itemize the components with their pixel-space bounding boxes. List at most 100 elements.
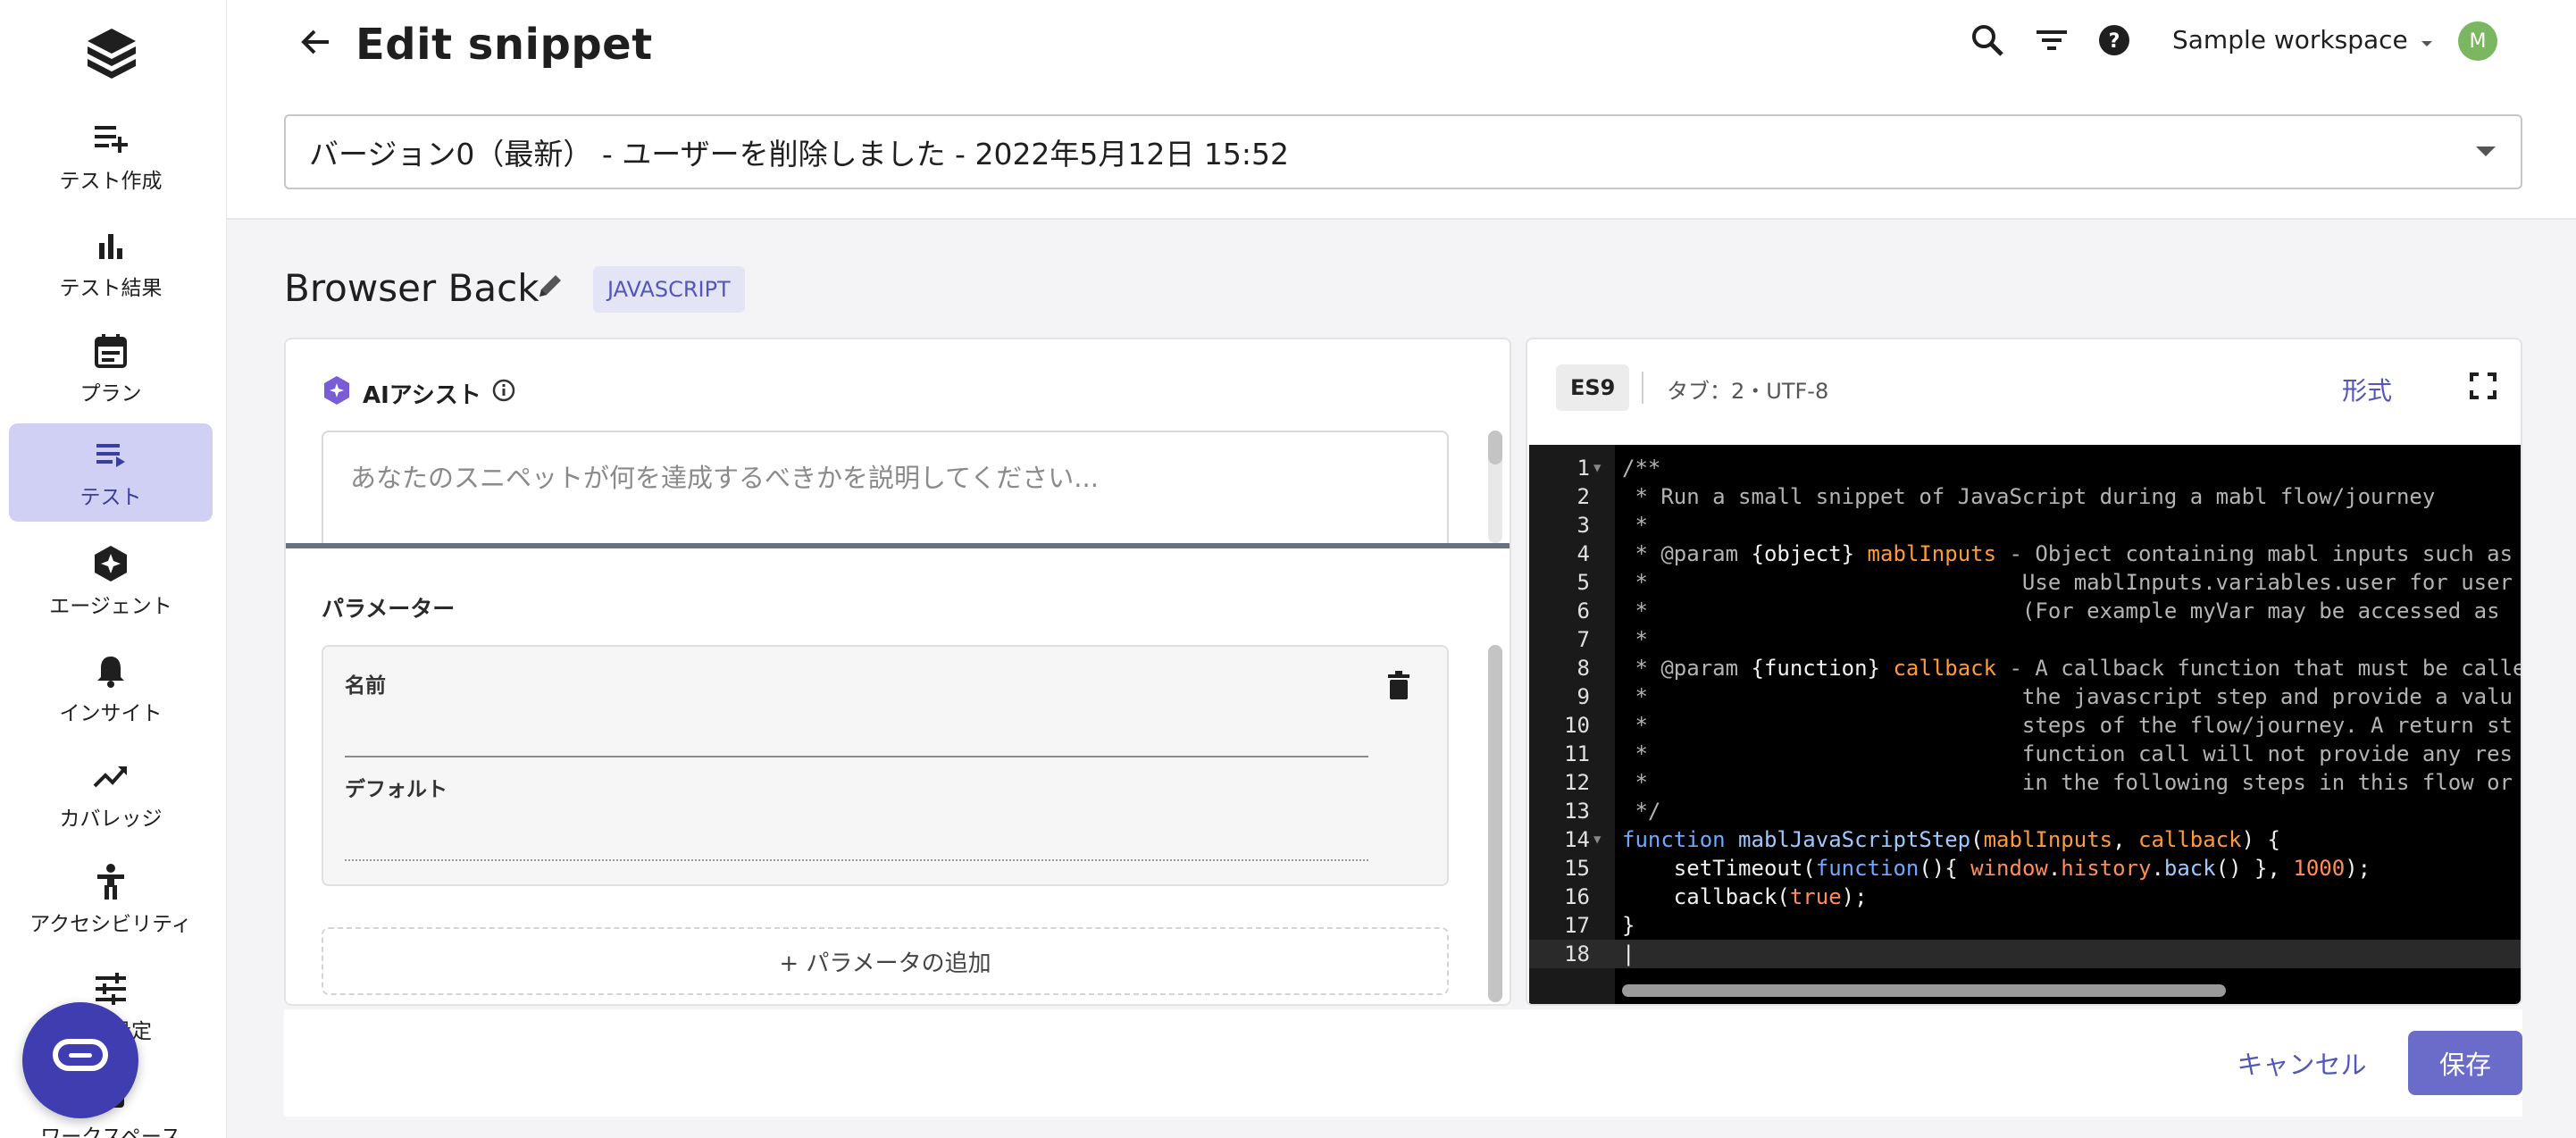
fullscreen-icon	[2470, 372, 2497, 403]
sidebar-item-agents[interactable]: エージェント	[9, 532, 213, 631]
code-line: 17}	[1529, 911, 2521, 940]
help-icon: ?	[2097, 23, 2131, 61]
code-line: 13 */	[1529, 797, 2521, 825]
param-name-label: 名前	[345, 674, 386, 698]
code-line: 7 *	[1529, 625, 2521, 654]
delete-parameter-button[interactable]	[1381, 670, 1417, 706]
format-button[interactable]: 形式	[2342, 372, 2392, 407]
sidebar-item-tests[interactable]: テスト	[9, 423, 213, 522]
code-line: 4 * @param {object} mablInputs - Object …	[1529, 540, 2521, 568]
snippet-name: Browser Back	[284, 266, 539, 310]
line-number: 17	[1564, 913, 1590, 938]
code-editor[interactable]: 1 ▼/** 2 * Run a small snippet of JavaScr…	[1529, 445, 2521, 1004]
line-number: 3	[1577, 513, 1590, 538]
trending-up-icon	[91, 757, 130, 796]
caret-down-icon	[2421, 25, 2433, 54]
sidebar-item-label: カバレッジ	[59, 807, 163, 831]
param-default-input[interactable]	[345, 859, 1368, 861]
sidebar-item-insights[interactable]: インサイト	[9, 640, 213, 738]
ai-scrollbar[interactable]	[1488, 431, 1502, 543]
ai-assist-title: AIアシスト	[363, 382, 481, 409]
line-number: 2	[1577, 484, 1590, 509]
tab-encoding-info: タブ：2・UTF-8	[1667, 379, 1829, 404]
line-number: 1	[1577, 456, 1590, 481]
tune-icon	[91, 969, 130, 1008]
add-parameter-button[interactable]: + パラメータの追加	[322, 927, 1449, 995]
ai-scrollbar-thumb[interactable]	[1488, 431, 1502, 464]
code-panel: ES9 タブ：2・UTF-8 形式 1 ▼/** 2 * Run a small …	[1526, 338, 2522, 1006]
back-button[interactable]	[295, 23, 336, 64]
svg-text:?: ?	[2109, 30, 2120, 53]
line-number: 16	[1564, 884, 1590, 909]
version-selected-value: バージョン0（最新） - ユーザーを削除しました - 2022年5月12日 15…	[309, 137, 1290, 172]
accessibility-icon	[91, 862, 130, 901]
save-button[interactable]: 保存	[2408, 1031, 2522, 1095]
workspace-name: Sample workspace	[2172, 25, 2408, 54]
page-title: Edit snippet	[355, 20, 653, 70]
code-line: 16 callback(true);	[1529, 883, 2521, 911]
parameters-title: パラメーター	[322, 596, 456, 622]
line-number: 15	[1564, 856, 1590, 881]
resize-handle[interactable]	[286, 543, 1510, 548]
line-number: 8	[1577, 656, 1590, 681]
sidebar-item-label: プラン	[79, 382, 142, 406]
filter-button[interactable]	[2029, 20, 2074, 64]
code-line: 15 setTimeout(function(){ window.history…	[1529, 854, 2521, 883]
parameter-card: 名前 デフォルト	[322, 645, 1449, 886]
help-button[interactable]: ?	[2092, 20, 2137, 64]
search-button[interactable]	[1965, 20, 2010, 64]
chevron-down-icon	[2476, 146, 2496, 156]
code-line: 9 * the javascript step and provide a va…	[1529, 682, 2521, 711]
es-version-badge[interactable]: ES9	[1556, 364, 1630, 411]
sidebar-item-accessibility[interactable]: アクセシビリティ	[9, 850, 213, 949]
sidebar-item-coverage[interactable]: カバレッジ	[9, 745, 213, 843]
sidebar-item-create-test[interactable]: テスト作成	[9, 107, 213, 205]
pencil-icon	[536, 272, 565, 304]
calendar-icon	[91, 331, 130, 371]
chat-icon	[53, 1039, 108, 1082]
params-scrollbar-thumb[interactable]	[1488, 645, 1502, 1002]
sidebar-item-label: アクセシビリティ	[29, 913, 192, 936]
bell-icon	[91, 651, 130, 690]
avatar[interactable]: M	[2458, 21, 2497, 61]
line-number: 10	[1564, 713, 1590, 738]
fullscreen-button[interactable]	[2465, 370, 2501, 406]
editor-horizontal-scrollbar[interactable]	[1622, 984, 2226, 997]
bar-chart-icon	[91, 226, 130, 265]
code-line: 14 ▼ function mablJavaScriptStep(mablInput…	[1529, 825, 2521, 854]
ai-sparkle-icon	[322, 375, 352, 412]
code-line: 12 * in the following steps in this flow…	[1529, 768, 2521, 797]
fold-icon[interactable]: ▼	[1593, 825, 1601, 854]
trash-icon	[1386, 671, 1411, 705]
line-number: 18	[1564, 941, 1590, 966]
line-number: 13	[1564, 799, 1590, 824]
language-badge: JAVASCRIPT	[593, 266, 745, 313]
code-line: 6 * (For example myVar may be accessed a…	[1529, 597, 2521, 625]
line-number: 5	[1577, 570, 1590, 595]
chat-button[interactable]	[22, 1002, 138, 1118]
sidebar-item-test-results[interactable]: テスト結果	[9, 214, 213, 313]
cancel-button[interactable]: キャンセル	[2235, 1040, 2369, 1086]
filter-icon	[2035, 27, 2069, 57]
params-scrollbar[interactable]	[1488, 645, 1502, 1002]
footer-bar	[284, 1009, 2522, 1117]
code-line: 10 * steps of the flow/journey. A return…	[1529, 711, 2521, 740]
param-default-label: デフォルト	[345, 778, 447, 801]
code-line: 8 * @param {function} callback - A callb…	[1529, 654, 2521, 682]
code-line: 3 *	[1529, 511, 2521, 540]
ai-assist-header: AIアシスト	[322, 375, 515, 412]
code-line: 5 * Use mablInputs.variables.user for us…	[1529, 568, 2521, 597]
edit-name-button[interactable]	[532, 270, 568, 305]
sidebar-item-plans[interactable]: プラン	[9, 320, 213, 418]
fold-icon[interactable]: ▼	[1593, 454, 1601, 482]
line-number: 6	[1577, 598, 1590, 623]
sidebar-item-label: テスト結果	[59, 277, 163, 300]
info-icon[interactable]	[492, 379, 515, 408]
playlist-add-icon	[91, 119, 130, 158]
code-line: 11 * function call will not provide any …	[1529, 740, 2521, 768]
workspace-selector[interactable]: Sample workspace	[2172, 25, 2433, 54]
param-name-input[interactable]	[345, 756, 1368, 757]
mabl-logo[interactable]	[82, 25, 141, 84]
version-select[interactable]: バージョン0（最新） - ユーザーを削除しました - 2022年5月12日 15…	[284, 114, 2522, 189]
ai-assist-input[interactable]: あなたのスニペットが何を達成するべきかを説明してください...	[322, 431, 1449, 547]
